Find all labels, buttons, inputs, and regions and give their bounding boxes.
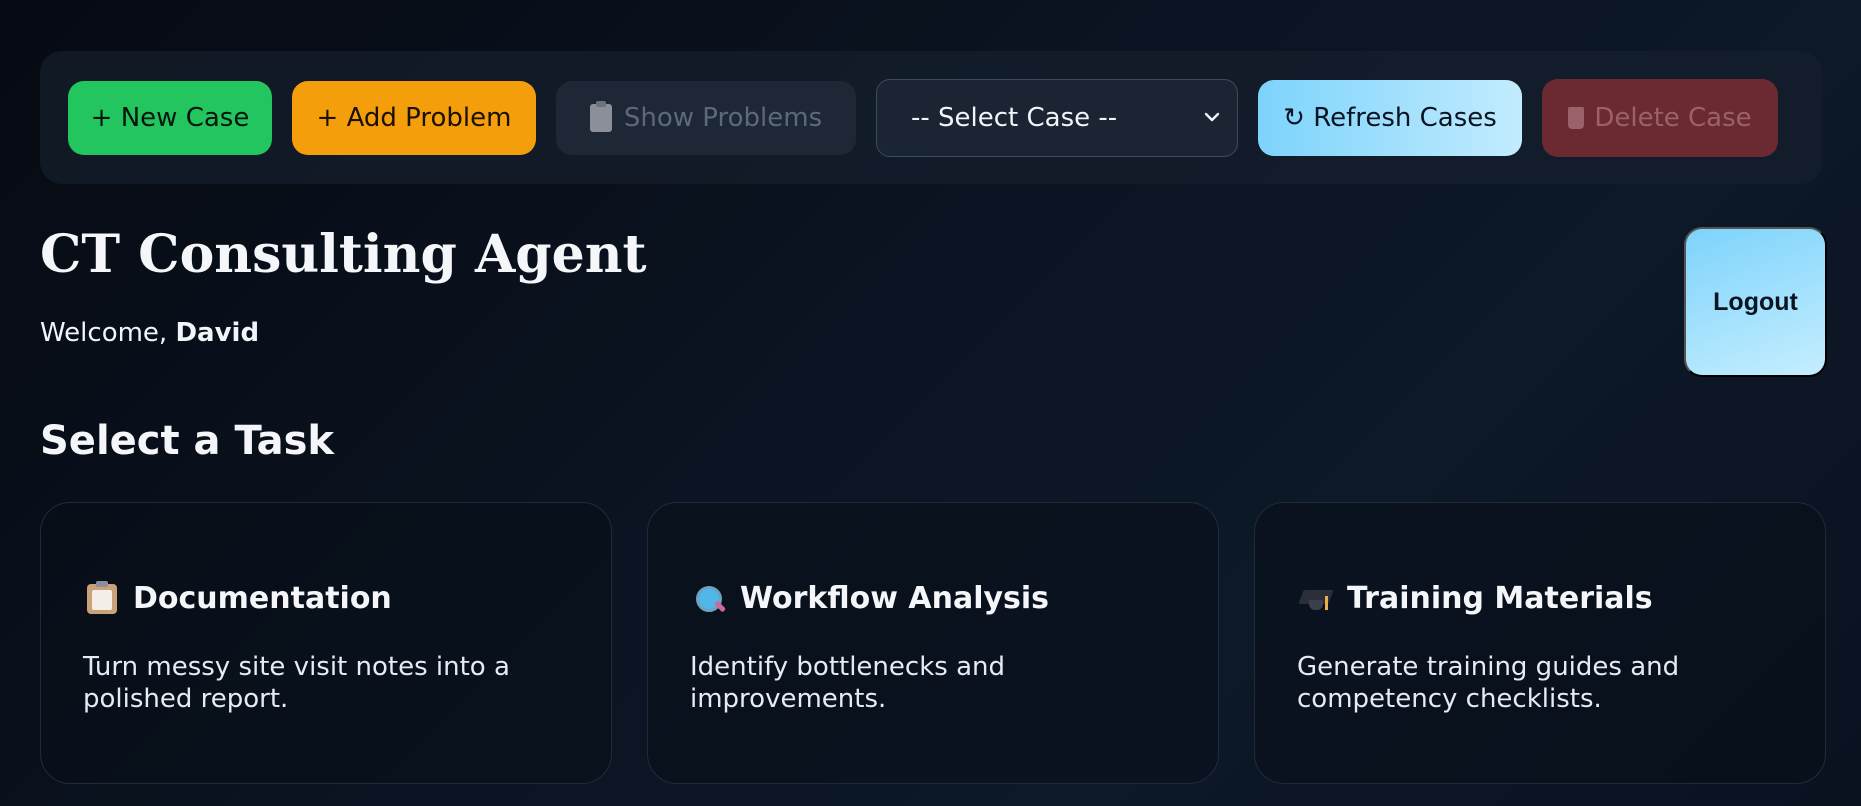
task-card-training-materials[interactable]: Training Materials Generate training gui… — [1254, 502, 1826, 784]
delete-case-label: Delete Case — [1594, 103, 1752, 133]
clipboard-icon — [589, 101, 612, 132]
task-card-description: Identify bottlenecks and improvements. — [690, 652, 1005, 714]
task-card-header: Documentation — [87, 580, 392, 616]
magnifier-icon — [694, 584, 724, 614]
section-title: Select a Task — [40, 418, 334, 464]
new-case-button[interactable]: + New Case — [68, 81, 272, 155]
task-card-title: Documentation — [133, 581, 392, 616]
task-card-title: Workflow Analysis — [740, 581, 1050, 616]
trash-icon — [1568, 107, 1585, 129]
task-card-title: Training Materials — [1347, 581, 1653, 616]
page-title: CT Consulting Agent — [40, 224, 647, 285]
refresh-cases-button[interactable]: ↻ Refresh Cases — [1258, 80, 1522, 156]
clipboard-icon — [87, 580, 117, 614]
toolbar: + New Case + Add Problem Show Problems -… — [40, 51, 1822, 184]
show-problems-button[interactable]: Show Problems — [556, 81, 856, 155]
case-select[interactable]: -- Select Case -- — [876, 79, 1238, 157]
task-card-workflow-analysis[interactable]: Workflow Analysis Identify bottlenecks a… — [647, 502, 1219, 784]
case-select-value: -- Select Case -- — [911, 103, 1118, 133]
task-card-description: Turn messy site visit notes into a polis… — [83, 652, 510, 714]
add-problem-button[interactable]: + Add Problem — [292, 81, 536, 155]
welcome-message: Welcome, David — [40, 318, 259, 348]
delete-case-button[interactable]: Delete Case — [1542, 79, 1778, 157]
user-name: David — [175, 318, 260, 348]
task-card-header: Workflow Analysis — [694, 581, 1049, 616]
show-problems-label: Show Problems — [623, 103, 823, 133]
welcome-prefix: Welcome, — [40, 318, 176, 348]
logout-button[interactable]: Logout — [1684, 227, 1827, 377]
task-card-header: Training Materials — [1301, 581, 1653, 616]
chevron-down-icon — [1204, 112, 1220, 122]
task-card-description: Generate training guides and competency … — [1297, 652, 1680, 714]
task-card-documentation[interactable]: Documentation Turn messy site visit note… — [40, 502, 612, 784]
graduation-cap-icon — [1301, 584, 1331, 614]
